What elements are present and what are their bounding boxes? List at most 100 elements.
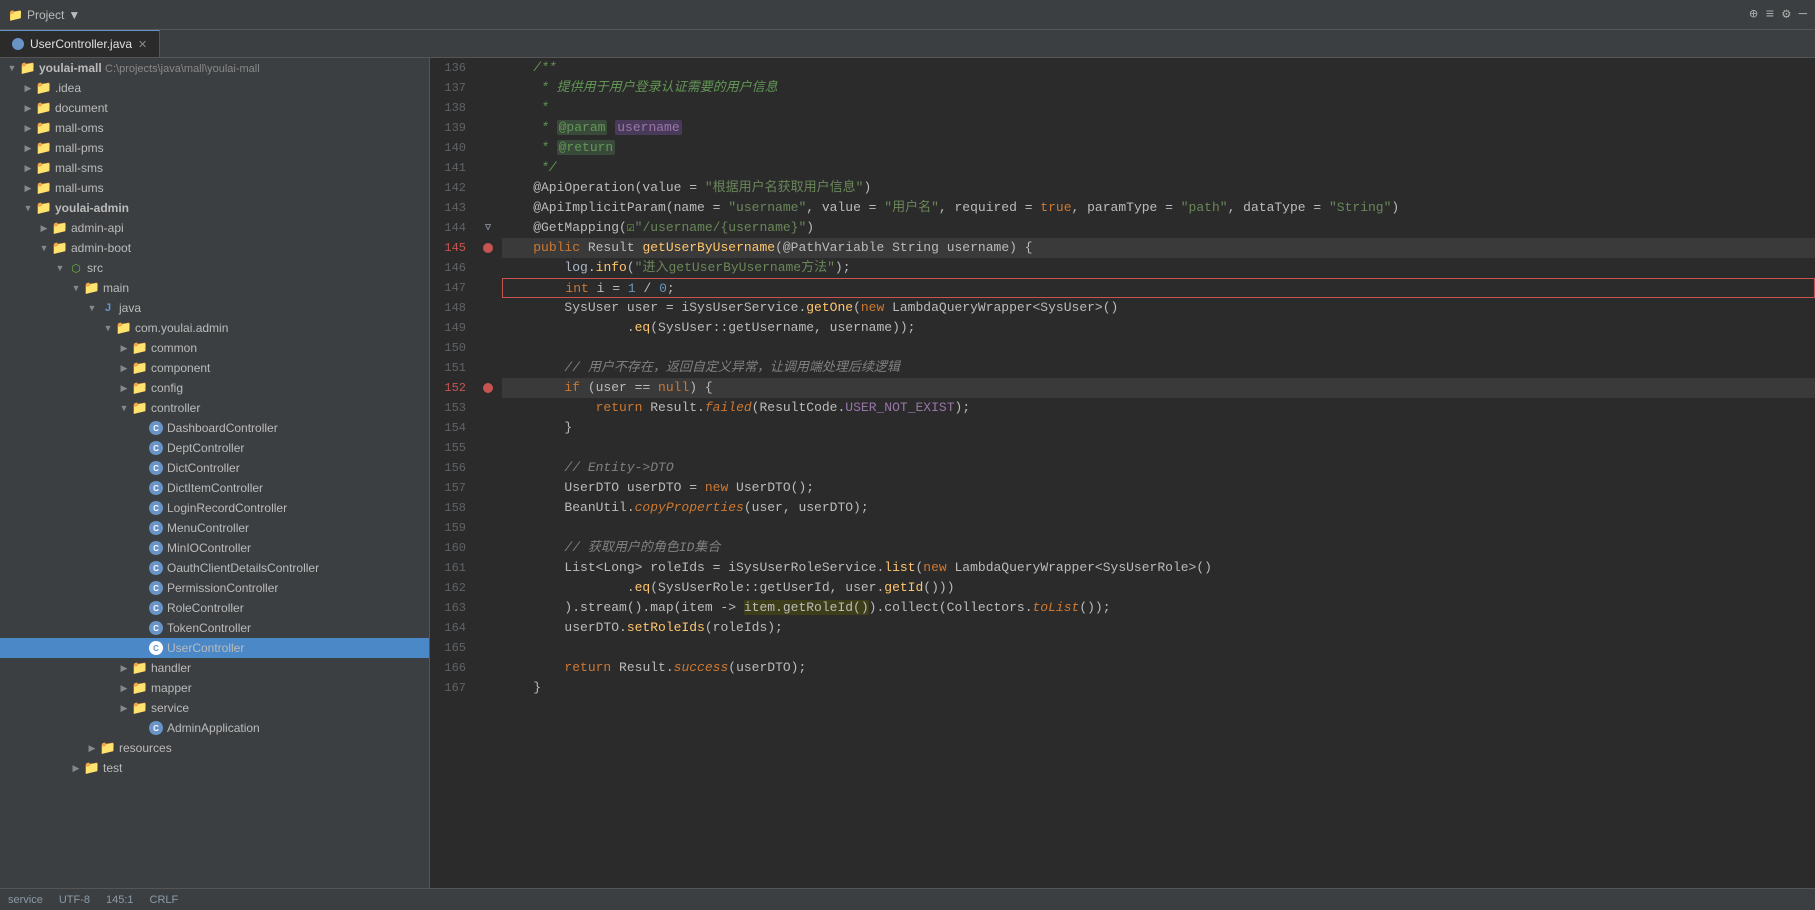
sidebar-item-main[interactable]: ▼ 📁 main [0,278,429,298]
status-service: service [8,894,43,906]
sidebar-label: TokenController [167,621,251,635]
folder-icon: 📁 [36,140,52,156]
sidebar-label: config [151,381,183,395]
project-icon: 📁 [8,8,23,22]
breakpoint-152[interactable] [483,383,493,393]
sidebar-item-oauthclient-controller[interactable]: C OauthClientDetailsController [0,558,429,578]
sidebar-label: common [151,341,197,355]
controller-icon: C [148,500,164,516]
sidebar-item-dict-controller[interactable]: C DictController [0,458,429,478]
src-icon: ⬡ [68,260,84,276]
minimize-icon[interactable]: ─ [1799,7,1807,23]
tree-arrow: ▼ [52,263,68,273]
tree-arrow: ▶ [20,83,36,94]
sidebar-label: admin-boot [71,241,131,255]
code-editor[interactable]: 136 137 138 139 140 141 142 143 144 145 … [430,58,1815,888]
code-line-155 [502,438,1815,458]
sidebar-item-idea[interactable]: ▶ 📁 .idea [0,78,429,98]
sidebar-item-mall-ums[interactable]: ▶ 📁 mall-ums [0,178,429,198]
folder-icon: 📁 [52,240,68,256]
tab-usercontroller[interactable]: UserController.java ✕ [0,30,160,57]
sidebar-item-mall-oms[interactable]: ▶ 📁 mall-oms [0,118,429,138]
sidebar-item-test[interactable]: ▶ 📁 test [0,758,429,778]
controller-icon: C [148,600,164,616]
sidebar-item-resources[interactable]: ▶ 📁 resources [0,738,429,758]
title-bar-actions: ⊕ ≡ ⚙ ─ [1749,6,1807,23]
sidebar-item-config[interactable]: ▶ 📁 config [0,378,429,398]
sidebar-item-role-controller[interactable]: C RoleController [0,598,429,618]
sidebar-item-youlai-mall[interactable]: ▼ 📁 youlai-mall C:\projects\java\mall\yo… [0,58,429,78]
sidebar-item-mapper[interactable]: ▶ 📁 mapper [0,678,429,698]
tree-arrow: ▶ [36,223,52,234]
project-label[interactable]: 📁 Project ▼ [8,8,80,22]
folder-icon: 📁 [52,220,68,236]
tree-arrow: ▶ [20,183,36,194]
sidebar-label: PermissionController [167,581,278,595]
sidebar-item-document[interactable]: ▶ 📁 document [0,98,429,118]
sidebar-item-youlai-admin[interactable]: ▼ 📁 youlai-admin [0,198,429,218]
code-line-166: return Result.success(userDTO); [502,658,1815,678]
sidebar-label: java [119,301,141,315]
code-line-164: userDTO.setRoleIds(roleIds); [502,618,1815,638]
code-line-136: /** [502,58,1815,78]
sidebar-item-handler[interactable]: ▶ 📁 handler [0,658,429,678]
sidebar-item-dept-controller[interactable]: C DeptController [0,438,429,458]
sidebar-label: document [55,101,108,115]
sidebar-item-loginrecord-controller[interactable]: C LoginRecordController [0,498,429,518]
sidebar-label: OauthClientDetailsController [167,561,319,575]
tree-arrow: ▼ [68,283,84,293]
sidebar-item-com-youlai-admin[interactable]: ▼ 📁 com.youlai.admin [0,318,429,338]
sidebar-label: DictController [167,461,240,475]
sidebar-item-token-controller[interactable]: C TokenController [0,618,429,638]
sidebar-label: LoginRecordController [167,501,287,515]
breakpoint-145[interactable] [483,243,493,253]
sidebar-item-service[interactable]: ▶ 📁 service [0,698,429,718]
code-line-153: return Result.failed(ResultCode.USER_NOT… [502,398,1815,418]
sidebar-item-controller[interactable]: ▼ 📁 controller [0,398,429,418]
tree-arrow: ▶ [116,663,132,674]
sidebar-item-java[interactable]: ▼ J java [0,298,429,318]
sidebar-item-minio-controller[interactable]: C MinIOController [0,538,429,558]
controller-icon: C [148,460,164,476]
sidebar-item-admin-boot[interactable]: ▼ 📁 admin-boot [0,238,429,258]
sidebar-item-dashboard-controller[interactable]: C DashboardController [0,418,429,438]
sidebar-item-mall-pms[interactable]: ▶ 📁 mall-pms [0,138,429,158]
folder-icon: 📁 [36,80,52,96]
layout-icon[interactable]: ≡ [1766,7,1774,23]
dropdown-arrow[interactable]: ▼ [68,8,80,22]
settings-icon[interactable]: ⚙ [1782,6,1790,23]
code-line-151: // 用户不存在，返回自定义异常，让调用端处理后续逻辑 [502,358,1815,378]
sidebar-item-component[interactable]: ▶ 📁 component [0,358,429,378]
folder-icon: 📁 [132,660,148,676]
folder-icon: 📁 [132,380,148,396]
tree-arrow: ▼ [4,63,20,73]
code-line-165 [502,638,1815,658]
tab-bar: UserController.java ✕ [0,30,1815,58]
tree-arrow: ▶ [116,363,132,374]
sidebar-item-permission-controller[interactable]: C PermissionController [0,578,429,598]
add-icon[interactable]: ⊕ [1749,6,1757,23]
sidebar-item-dictitem-controller[interactable]: C DictItemController [0,478,429,498]
sidebar-label: com.youlai.admin [135,321,228,335]
sidebar-label: youlai-mall C:\projects\java\mall\youlai… [39,61,260,75]
sidebar-label: MinIOController [167,541,251,555]
sidebar-item-common[interactable]: ▶ 📁 common [0,338,429,358]
folder-icon: 📁 [132,680,148,696]
code-content[interactable]: /** * 提供用于用户登录认证需要的用户信息 * * @param usern… [498,58,1815,888]
tab-close-button[interactable]: ✕ [138,38,147,51]
folder-icon: 📁 [20,60,36,76]
sidebar-item-user-controller[interactable]: C UserController [0,638,429,658]
sidebar-item-admin-application[interactable]: C AdminApplication [0,718,429,738]
sidebar-item-src[interactable]: ▼ ⬡ src [0,258,429,278]
sidebar-item-mall-sms[interactable]: ▶ 📁 mall-sms [0,158,429,178]
main-layout: ▼ 📁 youlai-mall C:\projects\java\mall\yo… [0,58,1815,888]
controller-icon: C [148,640,164,656]
sidebar[interactable]: ▼ 📁 youlai-mall C:\projects\java\mall\yo… [0,58,430,888]
status-line-info: 145:1 [106,894,134,906]
sidebar-item-menu-controller[interactable]: C MenuController [0,518,429,538]
tab-label: UserController.java [30,37,132,51]
project-text: Project [27,8,64,22]
sidebar-label: mall-sms [55,161,103,175]
tree-arrow: ▶ [116,383,132,394]
sidebar-item-admin-api[interactable]: ▶ 📁 admin-api [0,218,429,238]
